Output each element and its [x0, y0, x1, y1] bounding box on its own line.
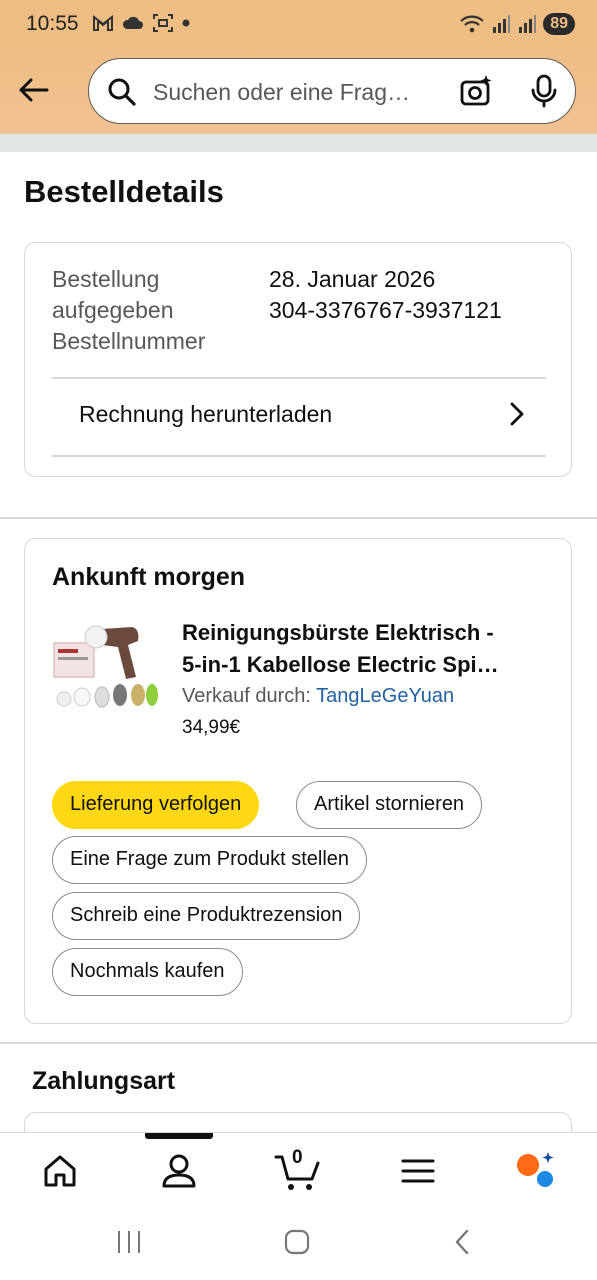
order-info-card: Bestellung aufgegeben Bestellnummer 28. … [24, 242, 572, 477]
signal-icon [493, 15, 511, 33]
seller-label: Verkauf durch: [182, 685, 317, 707]
arrival-title: Ankunft morgen [52, 563, 246, 591]
back-nav-icon[interactable] [452, 1228, 472, 1256]
write-review-button[interactable]: Schreib eine Produktrezension [52, 892, 361, 940]
order-number-label: Bestellnummer [52, 328, 206, 354]
page-title: Bestelldetails [24, 174, 224, 209]
order-placed-label-line1: Bestellung [52, 266, 160, 292]
cart-count: 0 [292, 1147, 303, 1168]
search-icon [108, 78, 136, 106]
search-header: Suchen oder eine Frag… [0, 50, 597, 134]
nav-cart[interactable]: 0 [274, 1147, 320, 1193]
track-delivery-button[interactable]: Lieferung verfolgen [52, 781, 260, 829]
order-number: 304-3376767-3937121 [269, 297, 502, 323]
rufus-icon [517, 1152, 554, 1187]
dot-icon [182, 19, 190, 27]
camera-lens-icon[interactable] [459, 74, 493, 108]
nav-home[interactable] [38, 1149, 82, 1193]
product-image[interactable] [52, 615, 162, 715]
product-price: 34,99€ [182, 717, 241, 738]
ask-question-button[interactable]: Eine Frage zum Produkt stellen [52, 836, 368, 884]
home-button-icon[interactable] [283, 1228, 311, 1256]
battery-icon: 89 [543, 13, 575, 35]
screenshot-icon [153, 14, 173, 32]
menu-icon [401, 1159, 435, 1183]
order-info-values: 28. Januar 2026 304-3376767-3937121 [269, 264, 502, 326]
buy-again-button[interactable]: Nochmals kaufen [52, 948, 243, 996]
chevron-right-icon [510, 402, 524, 426]
nav-account[interactable] [157, 1149, 201, 1193]
bottom-navigation: 0 [0, 1132, 597, 1207]
order-placed-label-line2: aufgegeben [52, 297, 174, 323]
download-invoice-link[interactable]: Rechnung herunterladen [52, 377, 546, 457]
home-icon [44, 1155, 76, 1187]
status-time: 10:55 [26, 12, 79, 35]
notification-icons [92, 13, 190, 33]
search-bar[interactable]: Suchen oder eine Frag… [88, 58, 576, 124]
header-separator [0, 134, 597, 152]
shipment-card: Ankunft morgen Reinigungsbürste Elektris… [24, 538, 572, 1024]
section-divider [0, 1042, 597, 1044]
cancel-item-button[interactable]: Artikel stornieren [296, 781, 483, 829]
order-date: 28. Januar 2026 [269, 266, 436, 292]
seller-link[interactable]: TangLeGeYuan [316, 685, 454, 707]
wifi-icon [460, 15, 484, 33]
download-invoice-label: Rechnung herunterladen [79, 401, 333, 427]
product-title-link[interactable]: Reinigungsbürste Elektrisch - 5-in-1 Kab… [182, 617, 552, 681]
payment-title: Zahlungsart [32, 1067, 176, 1095]
account-icon [162, 1154, 196, 1188]
product-title-line2: 5-in-1 Kabellose Electric Spi… [182, 652, 499, 677]
back-button[interactable] [16, 72, 56, 108]
recent-apps-icon[interactable] [116, 1228, 142, 1256]
product-title-line1: Reinigungsbürste Elektrisch - [182, 620, 494, 645]
section-divider [0, 517, 597, 519]
order-info-labels: Bestellung aufgegeben Bestellnummer [52, 264, 205, 357]
nav-rufus[interactable] [514, 1149, 558, 1193]
system-navigation-bar [0, 1206, 597, 1280]
cloud-icon [122, 16, 143, 29]
system-status-icons: 89 [459, 13, 575, 35]
search-input[interactable]: Suchen oder eine Frag… [153, 79, 433, 106]
signal-icon-2 [519, 15, 537, 33]
active-tab-indicator [145, 1133, 213, 1139]
gmail-icon [93, 14, 113, 31]
arrow-left-icon [19, 78, 49, 102]
divider [52, 455, 546, 457]
seller-info: Verkauf durch: TangLeGeYuan [182, 685, 454, 708]
status-bar: 10:55 89 [0, 0, 597, 50]
microphone-icon[interactable] [529, 74, 559, 108]
nav-menu[interactable] [396, 1149, 440, 1193]
